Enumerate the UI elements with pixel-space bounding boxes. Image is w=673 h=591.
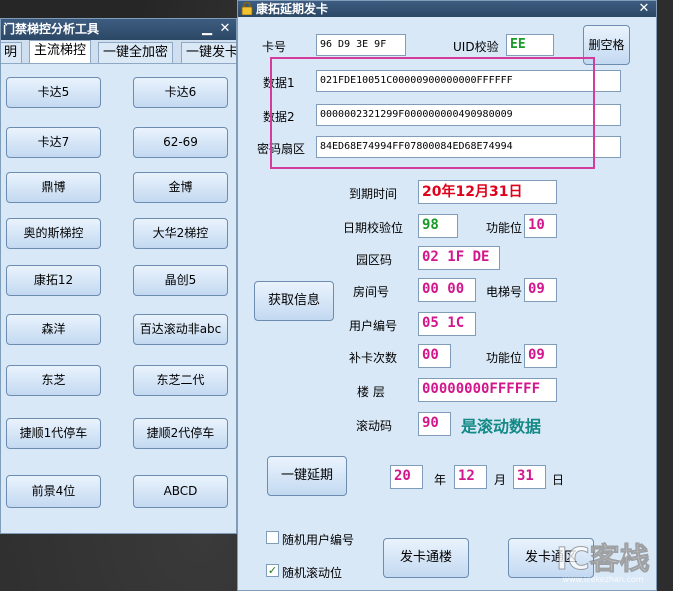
- brand-button-9[interactable]: 晶创5: [133, 265, 228, 296]
- random-user-label: 随机用户编号: [282, 533, 355, 547]
- icekezhan-watermark: IC客栈 www.icekezhan.com: [556, 542, 650, 585]
- brand-button-1[interactable]: 卡达6: [133, 77, 228, 108]
- rolling-field[interactable]: 90: [418, 412, 451, 436]
- rolling-label: 滚动码: [356, 419, 393, 433]
- park-field[interactable]: 02 1F DE: [418, 246, 500, 270]
- brand-button-8[interactable]: 康拓12: [6, 265, 101, 296]
- func2-label: 功能位: [486, 351, 523, 365]
- extend-card-title: 康拓延期发卡: [256, 2, 329, 16]
- user-no-label: 用户编号: [349, 319, 398, 333]
- brand-button-17[interactable]: ABCD: [133, 475, 228, 508]
- expire-label: 到期时间: [349, 187, 398, 201]
- room-label: 房间号: [353, 285, 390, 299]
- reissue-field[interactable]: 00: [418, 344, 451, 368]
- brand-button-11[interactable]: 百达滚动非abc: [133, 314, 228, 345]
- tool-window-title: 门禁梯控分析工具: [3, 22, 100, 36]
- data2-label: 数据2: [263, 110, 295, 124]
- reissue-label: 补卡次数: [349, 351, 398, 365]
- elevator-field[interactable]: 09: [524, 278, 557, 302]
- random-roll-label: 随机滚动位: [282, 566, 343, 580]
- uid-field[interactable]: EE: [506, 34, 554, 56]
- delete-space-button[interactable]: 删空格: [583, 25, 630, 65]
- brand-button-2[interactable]: 卡达7: [6, 127, 101, 158]
- tab-mainstream[interactable]: 主流梯控: [29, 40, 92, 63]
- brand-button-7[interactable]: 大华2梯控: [133, 218, 228, 249]
- rolling-note: 是滚动数据: [461, 417, 542, 436]
- issue-building-button[interactable]: 发卡通楼: [383, 538, 469, 578]
- random-roll-checkbox[interactable]: ✓: [266, 564, 279, 577]
- func2-field[interactable]: 09: [524, 344, 557, 368]
- card-no-field[interactable]: 96 D9 3E 9F: [316, 34, 406, 56]
- watermark-url: www.icekezhan.com: [562, 575, 643, 584]
- func-label: 功能位: [486, 221, 523, 235]
- brand-button-14[interactable]: 捷顺1代停车: [6, 418, 101, 449]
- data1-label: 数据1: [263, 76, 295, 90]
- func-field[interactable]: 10: [524, 214, 557, 238]
- key-sector-field[interactable]: 84ED68E74994FF07800084ED68E74994: [316, 136, 621, 158]
- month-field[interactable]: 12: [454, 465, 487, 489]
- random-user-checkbox[interactable]: [266, 531, 279, 544]
- data1-field[interactable]: 021FDE10051C00000900000000FFFFFF: [316, 70, 621, 92]
- tab-issue-card[interactable]: 一键发卡: [181, 42, 236, 63]
- key-sector-label: 密码扇区: [257, 142, 306, 156]
- room-field[interactable]: 00 00: [418, 278, 476, 302]
- day-field[interactable]: 31: [513, 465, 546, 489]
- close-icon[interactable]: ✕: [217, 21, 233, 37]
- card-no-label: 卡号: [262, 40, 287, 54]
- tool-tabs: 明 主流梯控 一键全加密 一键发卡: [1, 40, 236, 64]
- brand-button-3[interactable]: 62-69: [133, 127, 228, 158]
- extend-card-titlebar[interactable]: 康拓延期发卡 ✕: [238, 1, 656, 17]
- minimize-icon[interactable]: ▁: [199, 21, 215, 37]
- elevator-label: 电梯号: [486, 285, 523, 299]
- user-no-field[interactable]: 05 1C: [418, 312, 476, 336]
- brand-button-15[interactable]: 捷顺2代停车: [133, 418, 228, 449]
- brand-button-5[interactable]: 金博: [133, 172, 228, 203]
- month-label: 月: [494, 473, 507, 487]
- watermark-brand: IC客栈: [556, 542, 649, 577]
- park-label: 园区码: [356, 253, 393, 267]
- floor-label: 楼 层: [357, 385, 385, 399]
- floor-field[interactable]: 00000000FFFFFF: [418, 378, 557, 402]
- uid-label: UID校验: [453, 40, 499, 54]
- brand-button-10[interactable]: 森洋: [6, 314, 101, 345]
- brand-button-0[interactable]: 卡达5: [6, 77, 101, 108]
- lock-icon: [241, 2, 253, 15]
- tab-encrypt-all[interactable]: 一键全加密: [98, 42, 174, 63]
- fetch-info-button[interactable]: 获取信息: [254, 281, 334, 321]
- tool-window-titlebar[interactable]: 门禁梯控分析工具 ▁ ✕: [1, 19, 236, 40]
- brand-button-13[interactable]: 东芝二代: [133, 365, 228, 396]
- desktop-edge: [657, 0, 673, 591]
- date-check-label: 日期校验位: [343, 221, 404, 235]
- date-check-field[interactable]: 98: [418, 214, 458, 238]
- close-icon[interactable]: ✕: [636, 1, 652, 17]
- one-click-extend-button[interactable]: 一键延期: [267, 456, 347, 496]
- brand-button-12[interactable]: 东芝: [6, 365, 101, 396]
- brand-button-6[interactable]: 奥的斯梯控: [6, 218, 101, 249]
- data2-field[interactable]: 0000002321299F000000000490980009: [316, 104, 621, 126]
- brand-button-4[interactable]: 鼎博: [6, 172, 101, 203]
- year-field[interactable]: 20: [390, 465, 423, 489]
- expire-field[interactable]: 20年12月31日: [418, 180, 557, 204]
- day-label: 日: [552, 473, 565, 487]
- tab-0[interactable]: 明: [1, 42, 23, 63]
- year-label: 年: [434, 473, 447, 487]
- brand-button-16[interactable]: 前景4位: [6, 475, 101, 508]
